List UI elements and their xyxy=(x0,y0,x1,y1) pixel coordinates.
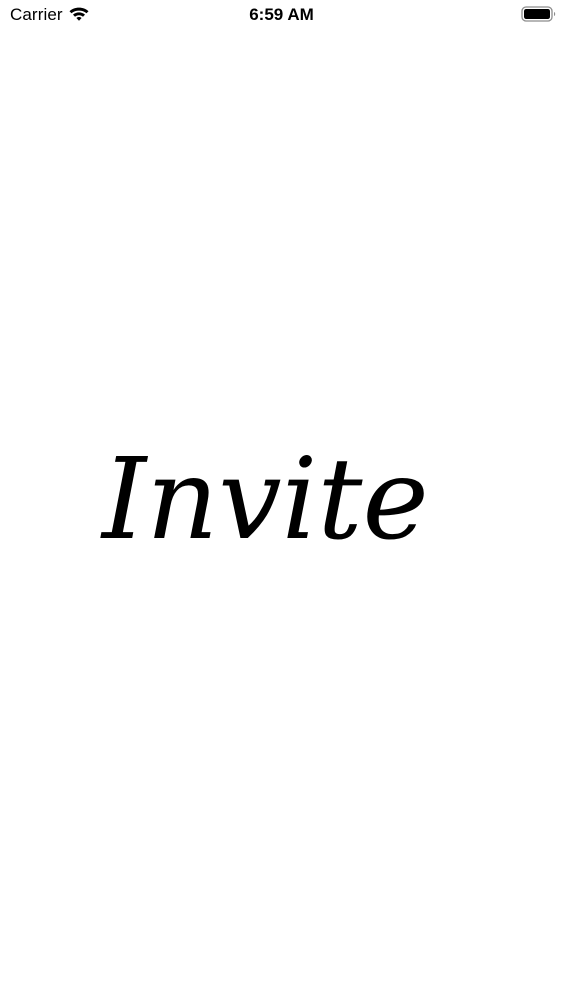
logo-text: Invite xyxy=(100,435,429,560)
splash-screen: Invite xyxy=(0,0,563,1000)
invite-logo: Invite xyxy=(100,435,429,560)
